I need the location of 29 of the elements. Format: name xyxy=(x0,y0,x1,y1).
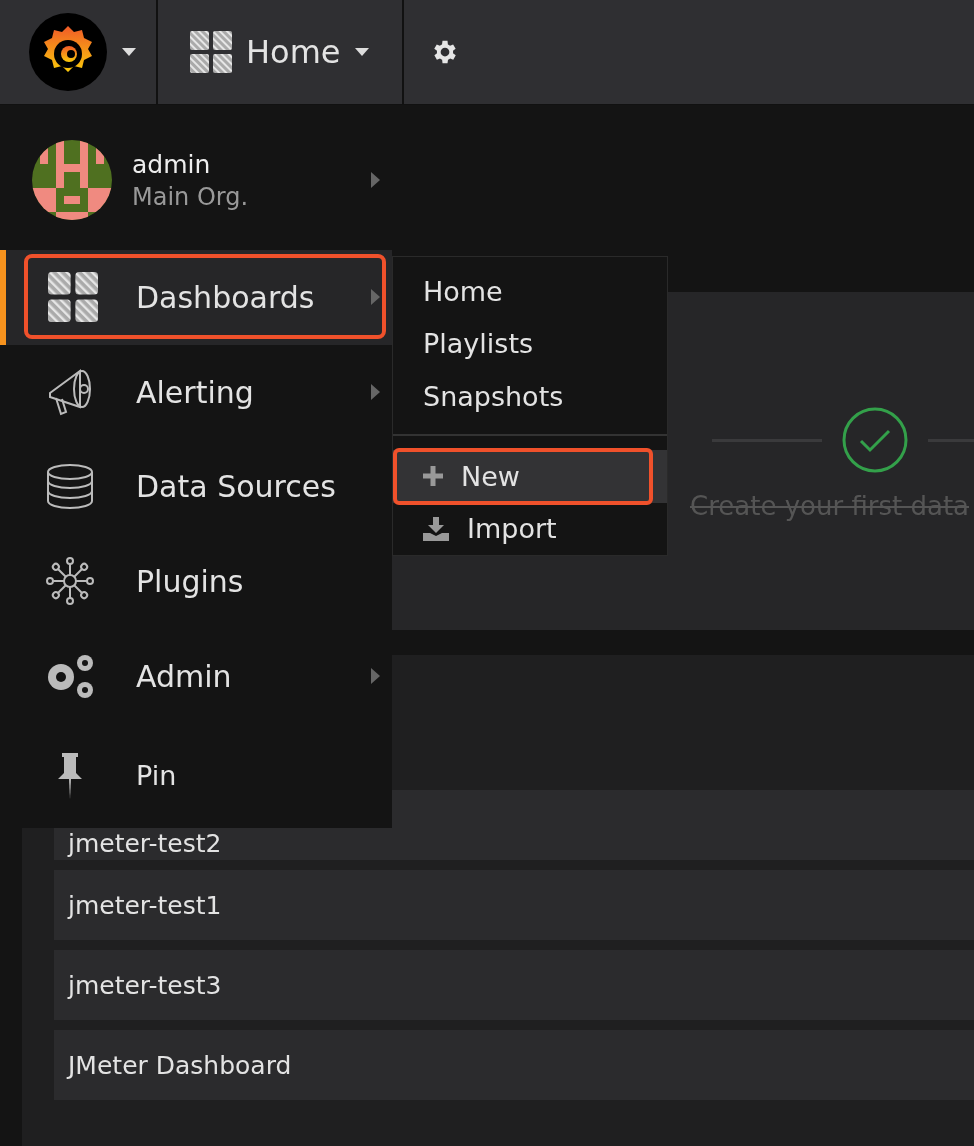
sidebar-item[interactable]: Admin xyxy=(0,628,392,724)
database-icon xyxy=(46,462,94,511)
dashboard-link[interactable]: jmeter-test3 xyxy=(54,950,974,1020)
dashboard-link[interactable]: jmeter-test1 xyxy=(54,870,974,940)
org-name: Main Org. xyxy=(132,182,250,211)
arrow-right-icon xyxy=(371,668,380,685)
submenu-item[interactable]: Snapshots xyxy=(393,369,667,423)
caret-icon xyxy=(354,48,369,56)
grid-icon xyxy=(48,272,98,323)
arrow-right-icon xyxy=(371,172,380,188)
submenu-item[interactable]: Import xyxy=(393,502,667,555)
megaphone-icon xyxy=(46,367,94,418)
download-icon xyxy=(423,516,449,541)
sidebar-item[interactable]: Data Sources xyxy=(0,439,392,535)
dashboard-link[interactable]: JMeter Dashboard xyxy=(54,1030,974,1100)
caret-icon xyxy=(122,48,136,56)
submenu-item[interactable]: Playlists xyxy=(393,317,667,370)
plus-icon xyxy=(423,466,443,487)
submenu-item[interactable]: New xyxy=(393,450,667,503)
user-name: admin xyxy=(132,149,212,179)
grid-icon xyxy=(190,31,232,73)
arrow-right-icon xyxy=(371,289,380,306)
sidebar-item[interactable]: Alerting xyxy=(0,344,392,440)
plugins-icon xyxy=(46,557,94,606)
sidebar-item[interactable]: Dashboards xyxy=(0,250,392,345)
sidebar-item[interactable]: Plugins xyxy=(0,534,392,629)
arrow-right-icon xyxy=(371,384,380,401)
grafana-logo-icon xyxy=(28,12,108,92)
submenu-item[interactable]: Home xyxy=(393,265,667,318)
